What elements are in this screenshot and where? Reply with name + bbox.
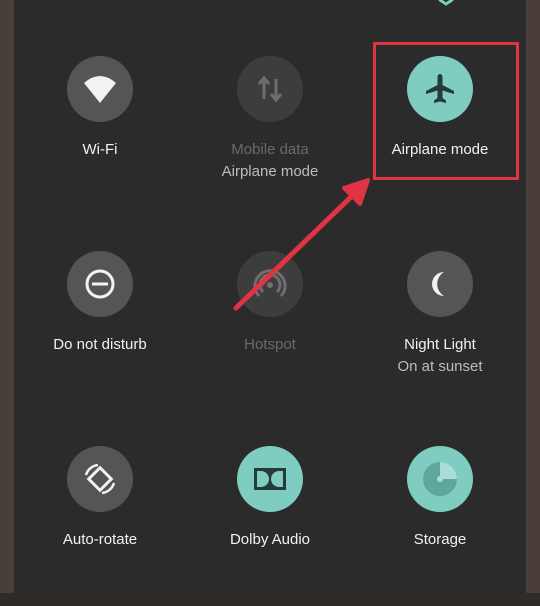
storage-icon[interactable]: [407, 446, 473, 512]
tile-label: Hotspot: [244, 336, 296, 353]
tile-mobile-data[interactable]: Mobile data Airplane mode: [185, 56, 355, 216]
tile-do-not-disturb[interactable]: Do not disturb: [15, 251, 185, 411]
tile-label: Do not disturb: [53, 336, 147, 353]
tile-storage[interactable]: Storage: [355, 446, 525, 606]
tile-label: Night Light: [404, 336, 476, 353]
mobile-data-icon[interactable]: [237, 56, 303, 122]
moon-icon[interactable]: [407, 251, 473, 317]
dolby-icon[interactable]: [237, 446, 303, 512]
tile-wifi[interactable]: Wi-Fi: [15, 56, 185, 216]
tile-night-light[interactable]: Night Light On at sunset: [355, 251, 525, 411]
wifi-icon[interactable]: [67, 56, 133, 122]
tile-sublabel: On at sunset: [397, 358, 483, 375]
tile-label: Storage: [413, 531, 467, 548]
auto-rotate-icon[interactable]: [67, 446, 133, 512]
tile-label: Mobile data: [231, 141, 309, 158]
tile-label: Wi-Fi: [82, 141, 118, 158]
settings-gear-icon[interactable]: [432, 0, 460, 6]
tile-auto-rotate[interactable]: Auto-rotate: [15, 446, 185, 606]
hotspot-icon[interactable]: [237, 251, 303, 317]
do-not-disturb-icon[interactable]: [67, 251, 133, 317]
tile-label: Auto-rotate: [62, 531, 138, 548]
tile-label: Dolby Audio: [229, 531, 311, 548]
tile-dolby-audio[interactable]: Dolby Audio: [185, 446, 355, 606]
tile-sublabel: Airplane mode: [221, 163, 319, 180]
tile-hotspot[interactable]: Hotspot: [185, 251, 355, 411]
highlight-box: [373, 42, 519, 180]
